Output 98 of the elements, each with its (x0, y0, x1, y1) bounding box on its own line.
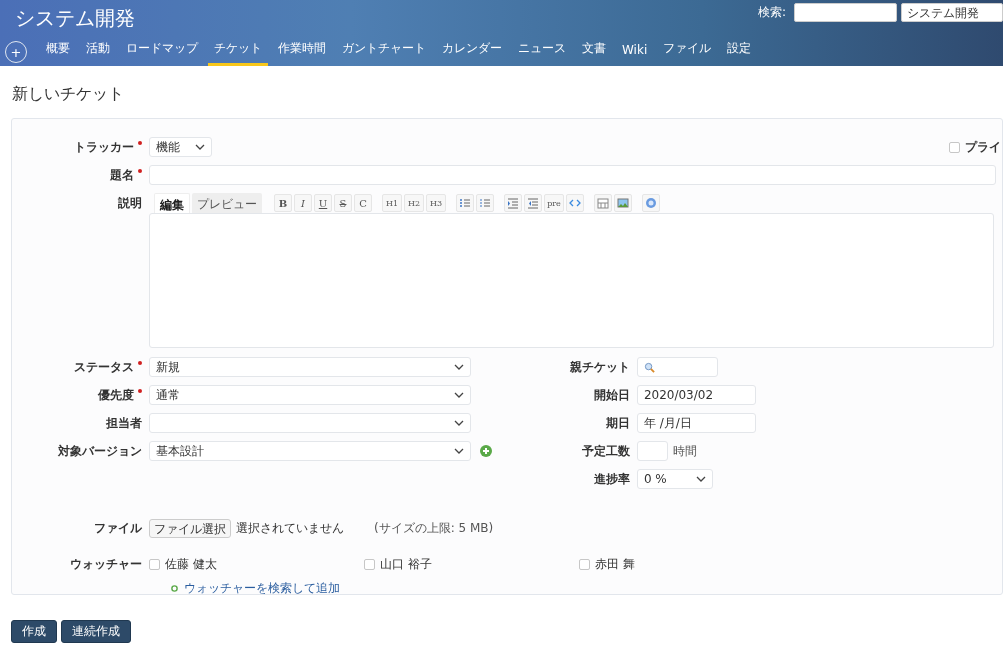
toolbar-button[interactable]: B (274, 194, 292, 212)
submit-button[interactable]: 連続作成 (61, 620, 131, 643)
select-value: 新規 (156, 358, 180, 376)
select-value: 機能 (156, 138, 180, 156)
add-watcher-link[interactable]: ウォッチャーを検索して追加 (184, 580, 340, 597)
hours-field[interactable] (636, 441, 668, 461)
toolbar-button[interactable] (524, 194, 542, 212)
project-select[interactable]: システム開発 (901, 3, 1003, 22)
toolbar-button[interactable] (504, 194, 522, 212)
toolbar-button[interactable]: C (354, 194, 372, 212)
nav-tab[interactable]: Wiki (616, 43, 654, 66)
nav-tab[interactable]: ニュース (512, 40, 572, 66)
toolbar-button[interactable] (476, 194, 494, 212)
select-value: 基本設計 (156, 442, 204, 460)
chevron-down-icon (695, 476, 706, 482)
nav-tab[interactable]: チケット (208, 40, 268, 66)
chevron-down-icon (454, 364, 464, 370)
chevron-down-icon (195, 144, 205, 150)
field-label: 題名 (110, 166, 134, 184)
search-field[interactable] (794, 3, 897, 22)
date-field[interactable]: 年 /月/日 (636, 413, 756, 433)
nav-tab[interactable]: ガントチャート (336, 40, 432, 66)
submit-button[interactable]: 作成 (11, 620, 57, 643)
toolbar-button[interactable]: H2 (404, 194, 424, 212)
toolbar-button[interactable]: I (294, 194, 312, 212)
toolbar-button[interactable] (642, 194, 660, 212)
tracker-select[interactable]: 機能 (149, 137, 212, 157)
toolbar-button[interactable]: U (314, 194, 332, 212)
field-label: 担当者 (106, 414, 142, 432)
toolbar-button[interactable]: H3 (426, 194, 446, 212)
editor-tab[interactable]: 編集 (154, 193, 190, 213)
field-label: 進捗率 (593, 470, 630, 488)
bullet-list-icon (459, 197, 471, 209)
toolbar-button[interactable]: S (334, 194, 352, 212)
nav-tab[interactable]: ファイル (657, 40, 718, 66)
field-label: 説明 (118, 195, 142, 212)
field-label: ウォッチャー (70, 556, 142, 573)
code-icon (569, 197, 581, 209)
private-label: プライ (965, 138, 1001, 156)
nav-tab[interactable]: 活動 (80, 40, 116, 66)
chevron-down-icon (454, 448, 464, 454)
toolbar-button[interactable] (456, 194, 474, 212)
field-label: 優先度 (98, 386, 134, 404)
nav-tab[interactable]: 作業時間 (272, 40, 332, 66)
toolbar-button[interactable]: H1 (382, 194, 402, 212)
field-label: ステータス (74, 358, 134, 376)
watcher-checkbox[interactable] (149, 559, 160, 570)
project-title: システム開発 (15, 5, 135, 32)
field-label: トラッカー (74, 138, 134, 156)
nav-tab[interactable]: 設定 (721, 40, 758, 66)
search-label: 検索: (757, 4, 786, 21)
nav-tab[interactable]: カレンダー (436, 40, 508, 66)
magnifier-icon (643, 361, 655, 373)
chevron-down-icon (454, 420, 464, 426)
plus-icon (171, 585, 178, 592)
select-field[interactable]: 新規 (149, 357, 471, 377)
editor-tab[interactable]: プレビュー (192, 193, 262, 213)
field-label: 開始日 (593, 386, 630, 404)
nav-tab[interactable]: 文書 (576, 40, 612, 66)
watcher-name: 赤田 舞 (595, 556, 635, 573)
select-field[interactable]: 基本設計 (149, 441, 471, 461)
numbered-list-icon (479, 197, 491, 209)
indent-icon (507, 197, 519, 209)
description-field[interactable] (149, 213, 994, 348)
file-status: 選択されていません (236, 520, 344, 537)
select-field[interactable]: 0 % (636, 469, 713, 489)
toolbar-button[interactable] (566, 194, 584, 212)
private-checkbox[interactable] (949, 141, 960, 153)
select-field[interactable]: 通常 (149, 385, 471, 405)
parent-search-field[interactable] (636, 357, 718, 377)
chevron-down-icon (454, 392, 464, 398)
choose-file-button[interactable]: ファイル選択 (149, 519, 231, 538)
field-label: 親チケット (569, 358, 630, 376)
field-label: 対象バージョン (58, 442, 142, 460)
toolbar-button[interactable] (614, 194, 632, 212)
select-field[interactable] (149, 413, 471, 433)
page-title: 新しいチケット (12, 84, 125, 105)
watcher-checkbox[interactable] (364, 559, 375, 570)
nav-tab[interactable]: ロードマップ (120, 40, 204, 66)
field-label: 期日 (605, 414, 630, 432)
outdent-icon (527, 197, 539, 209)
watcher-checkbox[interactable] (579, 559, 590, 570)
table-icon (597, 197, 609, 209)
date-field[interactable]: 2020/03/02 (636, 385, 756, 405)
help-icon (645, 197, 657, 209)
nav-tab[interactable]: 概要 (40, 40, 76, 66)
toolbar-button[interactable] (594, 194, 612, 212)
size-limit-note: (サイズの上限: 5 MB) (374, 520, 494, 537)
field-label: ファイル (94, 520, 142, 537)
watcher-name: 山口 裕子 (380, 556, 432, 573)
select-value: 0 % (643, 472, 667, 486)
unit-label: 時間 (672, 442, 697, 460)
subject-field[interactable] (149, 165, 996, 185)
field-label: 予定工数 (581, 442, 630, 460)
toolbar-button[interactable]: pre (544, 194, 564, 212)
select-value: 通常 (156, 386, 180, 404)
image-icon (617, 197, 629, 209)
watcher-name: 佐藤 健太 (165, 556, 217, 573)
